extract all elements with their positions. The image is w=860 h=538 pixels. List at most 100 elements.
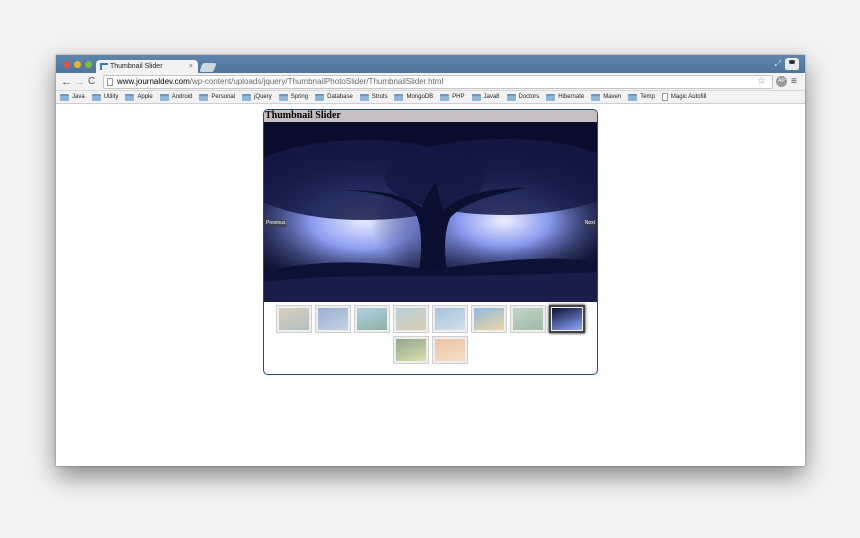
bookmark-item[interactable]: Maven: [591, 93, 622, 101]
doc-icon: [661, 93, 668, 101]
folder-icon: [546, 93, 556, 101]
folder-icon: [315, 93, 325, 101]
fullscreen-icon[interactable]: ⤢: [775, 59, 781, 69]
bookmark-label: Spring: [290, 94, 309, 100]
folder-icon: [125, 93, 135, 101]
thumbnail-image: [318, 308, 348, 330]
thumbnail-3[interactable]: [354, 305, 390, 333]
bookmark-item[interactable]: Hibernate: [546, 93, 585, 101]
bookmark-label: jQuery: [254, 94, 272, 100]
bookmark-item[interactable]: Android: [159, 93, 193, 101]
bookmark-item[interactable]: Apple: [125, 93, 153, 101]
title-bar: Thumbnail Slider × ⤢: [56, 55, 805, 73]
url-path: /wp-content/uploads/jquery/ThumbnailPhot…: [189, 77, 444, 86]
bookmark-label: MongoDB: [406, 94, 434, 100]
page-icon: [107, 78, 113, 86]
thumbnail-image: [396, 339, 426, 361]
folder-icon: [394, 93, 404, 101]
page-content: Thumbnail Slider Previous Next: [56, 105, 805, 466]
bookmark-label: Android: [171, 94, 193, 100]
thumbnail-4[interactable]: [393, 305, 429, 333]
bookmark-label: Java: [72, 94, 85, 100]
main-slide-image: Previous Next: [264, 122, 597, 302]
address-bar[interactable]: www.journaldev.com/wp-content/uploads/jq…: [103, 75, 773, 89]
bookmark-label: Struts: [371, 94, 388, 100]
folder-icon: [242, 93, 252, 101]
bookmark-label: Hibernate: [558, 94, 585, 100]
folder-icon: [91, 93, 101, 101]
thumbnail-image: [435, 308, 465, 330]
folder-icon: [159, 93, 169, 101]
bookmark-item[interactable]: Struts: [359, 93, 388, 101]
thumbnail-8[interactable]: [549, 305, 585, 333]
bookmark-item[interactable]: Doctors: [506, 93, 540, 101]
thumbnail-10[interactable]: [432, 336, 468, 364]
bookmark-item[interactable]: Database: [315, 93, 353, 101]
thumbnail-5[interactable]: [432, 305, 468, 333]
reload-button[interactable]: C: [88, 75, 95, 89]
thumbnail-image: [552, 308, 582, 330]
slider-title: Thumbnail Slider: [264, 110, 597, 122]
bookmark-item[interactable]: Temp: [628, 93, 655, 101]
thumbnail-image: [357, 308, 387, 330]
bookmark-item[interactable]: MongoDB: [394, 93, 434, 101]
zoom-window-button[interactable]: [85, 61, 92, 68]
bookmark-item[interactable]: jQuery: [242, 93, 272, 101]
bookmark-item[interactable]: Spring: [278, 93, 309, 101]
folder-icon: [60, 93, 69, 101]
thumbnail-image: [513, 308, 543, 330]
browser-toolbar: ← → C www.journaldev.com/wp-content/uplo…: [56, 73, 805, 91]
forward-button[interactable]: →: [74, 75, 85, 89]
bookmark-label: PHP: [452, 94, 465, 100]
bookmark-star-icon[interactable]: ☆: [757, 76, 766, 88]
minimize-window-button[interactable]: [74, 61, 81, 68]
thumbnail-image: [396, 308, 426, 330]
next-button[interactable]: Next: [583, 220, 596, 227]
bookmark-label: Temp: [640, 94, 655, 100]
new-tab-button[interactable]: [199, 63, 217, 72]
folder-icon: [199, 93, 209, 101]
browser-tab[interactable]: Thumbnail Slider ×: [96, 60, 198, 73]
thumbnail-strip: [264, 302, 597, 364]
thumbnail-1[interactable]: [276, 305, 312, 333]
bookmark-item[interactable]: Utility: [91, 93, 119, 101]
folder-icon: [591, 93, 601, 101]
thumbnail-7[interactable]: [510, 305, 546, 333]
bookmark-item[interactable]: Magic Autofill: [661, 93, 707, 101]
bookmark-item[interactable]: Java: [60, 93, 85, 101]
site-favicon-icon: [100, 63, 108, 70]
bookmark-label: Maven: [603, 94, 622, 100]
back-button[interactable]: ←: [61, 75, 72, 89]
folder-icon: [440, 93, 450, 101]
bookmarks-bar: Java Utility Apple Android Personal jQuery Spr…: [56, 91, 805, 104]
bookmark-label: Utility: [103, 94, 119, 100]
browser-window: Thumbnail Slider × ⤢ ← → C www.journalde…: [56, 55, 805, 466]
bookmark-item[interactable]: Personal: [199, 93, 235, 101]
bookmark-item[interactable]: PHP: [440, 93, 465, 101]
thumbnail-9[interactable]: [393, 336, 429, 364]
thumbnail-image: [474, 308, 504, 330]
thumbnail-image: [435, 339, 465, 361]
thumbnail-2[interactable]: [315, 305, 351, 333]
url-host: www.journaldev.com: [117, 77, 190, 86]
thumbnail-image: [279, 308, 309, 330]
bookmark-label: Magic Autofill: [670, 94, 707, 100]
bookmark-label: Apple: [137, 94, 153, 100]
tab-close-icon[interactable]: ×: [189, 60, 193, 73]
folder-icon: [471, 93, 481, 101]
menu-icon[interactable]: ≡: [791, 75, 797, 89]
bookmark-label: Doctors: [518, 94, 540, 100]
tab-title: Thumbnail Slider: [110, 63, 163, 70]
extension-icon[interactable]: AP: [776, 76, 787, 87]
previous-button[interactable]: Previous: [265, 220, 287, 227]
folder-icon: [359, 93, 369, 101]
profile-avatar-icon[interactable]: [785, 58, 799, 70]
thumbnail-6[interactable]: [471, 305, 507, 333]
bookmark-label: Java8: [483, 94, 500, 100]
close-window-button[interactable]: [63, 61, 70, 68]
tree-image: [264, 122, 597, 302]
bookmark-item[interactable]: Java8: [471, 93, 500, 101]
folder-icon: [628, 93, 638, 101]
folder-icon: [506, 93, 516, 101]
folder-icon: [278, 93, 288, 101]
